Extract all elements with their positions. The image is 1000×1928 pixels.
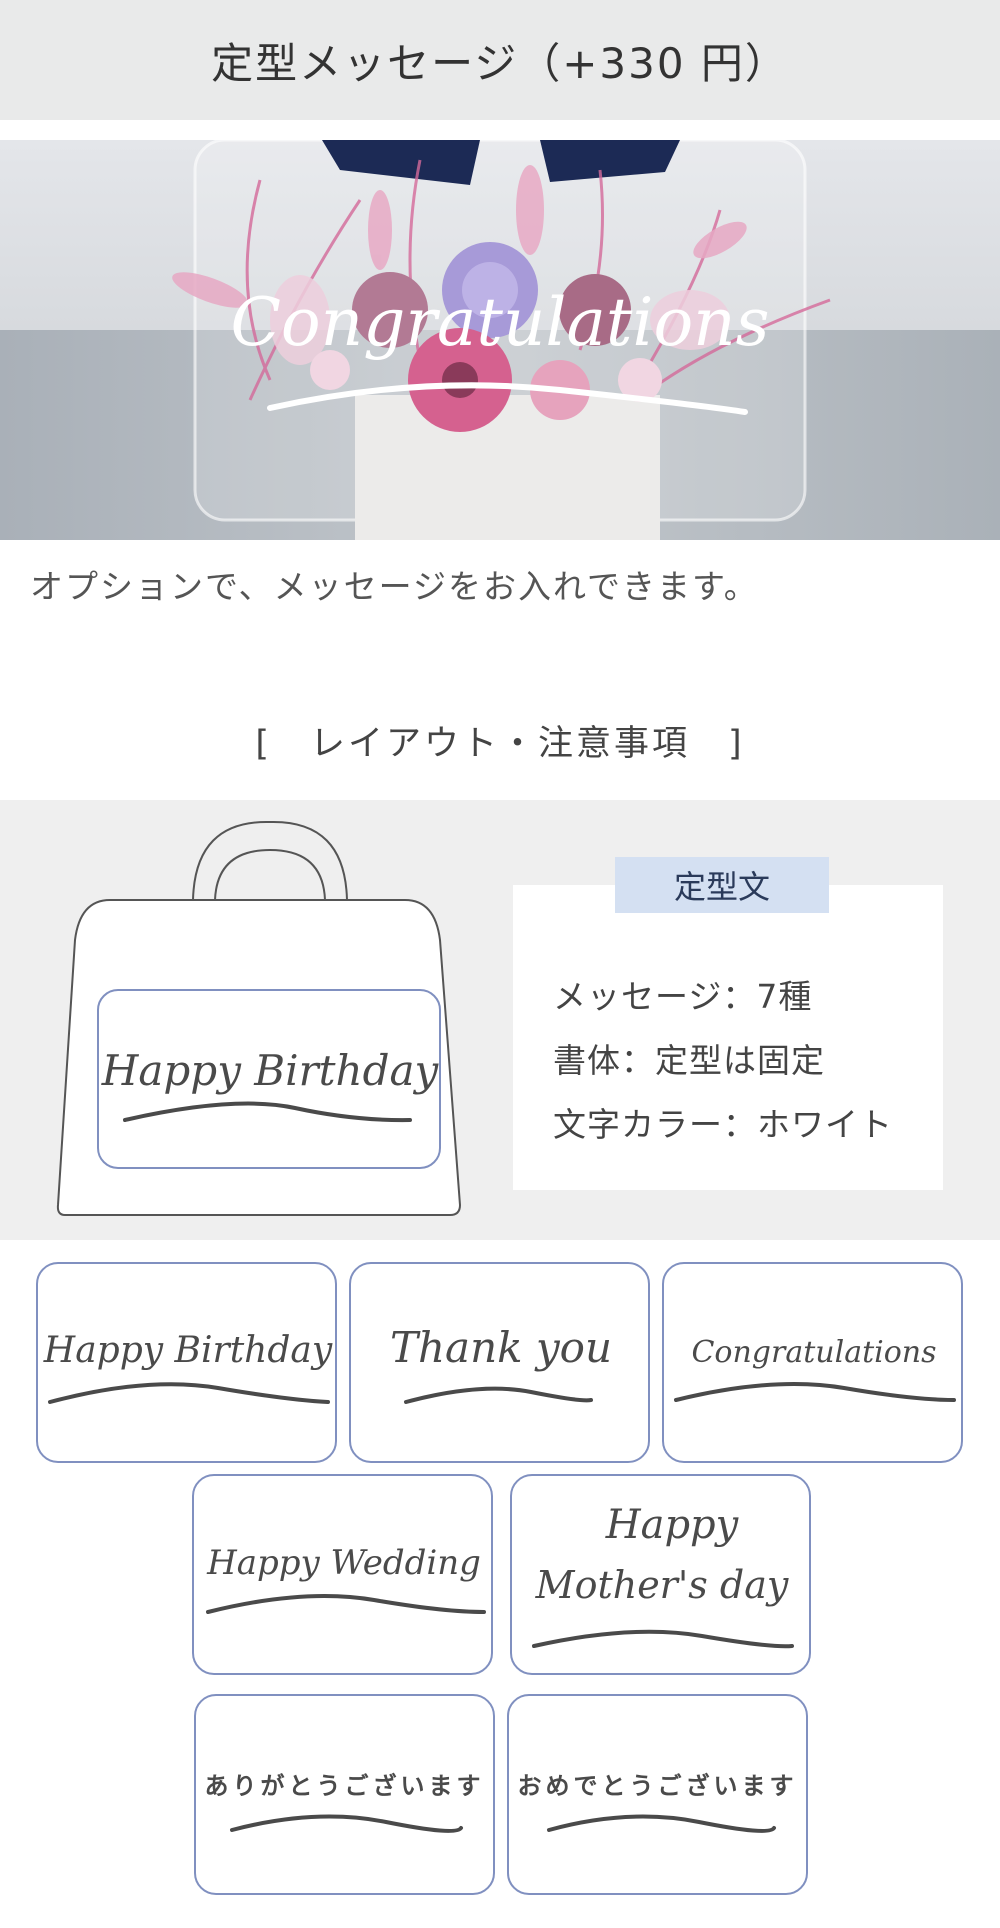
sample-text: Congratulations xyxy=(691,1335,936,1370)
heading-bracket-close: ] xyxy=(728,724,745,764)
hero-photo: Congratulations xyxy=(0,140,1000,540)
sample-card-mothers-day[interactable]: Happy Mother's day xyxy=(510,1474,811,1675)
info-line-messages: メッセージ：7種 xyxy=(553,977,813,1016)
layout-section: Happy Birthday 定型文 メッセージ：7種 書体：定型は固定 文字カ… xyxy=(0,800,1000,1240)
info-list: メッセージ：7種 書体：定型は固定 文字カラー：ホワイト xyxy=(553,965,893,1157)
intro-text: オプションで、メッセージをお入れできます。 xyxy=(30,567,759,606)
hero-overlay-text: Congratulations xyxy=(230,284,769,361)
info-card: 定型文 メッセージ：7種 書体：定型は固定 文字カラー：ホワイト xyxy=(513,857,943,1190)
sample-card-omedetou[interactable]: おめでとうございます xyxy=(507,1694,808,1895)
sample-text-line2: Mother's day xyxy=(535,1563,789,1607)
sample-card-arigatou[interactable]: ありがとうございます xyxy=(194,1694,495,1895)
section-heading: [ レイアウト・注意事項] xyxy=(0,715,1000,766)
info-line-color: 文字カラー：ホワイト xyxy=(553,1105,893,1144)
info-line-font: 書体：定型は固定 xyxy=(553,1041,825,1080)
bag-preview-text: Happy Birthday xyxy=(101,1046,440,1095)
sample-text: Happy Wedding xyxy=(206,1543,481,1583)
sample-card-happy-wedding[interactable]: Happy Wedding xyxy=(192,1474,493,1675)
bag-illustration: Happy Birthday xyxy=(56,820,462,1216)
heading-bracket-open: [ xyxy=(255,724,272,764)
sample-text: Thank you xyxy=(390,1323,612,1372)
sample-text-line1: Happy xyxy=(605,1502,740,1548)
page-title: 定型メッセージ（+330 円） xyxy=(211,38,789,88)
sample-card-happy-birthday[interactable]: Happy Birthday xyxy=(36,1262,337,1463)
page-header: 定型メッセージ（+330 円） xyxy=(0,0,1000,120)
heading-text: レイアウト・注意事項 xyxy=(309,724,690,764)
sample-card-thank-you[interactable]: Thank you xyxy=(349,1262,650,1463)
info-tag: 定型文 xyxy=(615,857,829,913)
sample-text: Happy Birthday xyxy=(43,1330,333,1371)
sample-card-congratulations[interactable]: Congratulations xyxy=(662,1262,963,1463)
